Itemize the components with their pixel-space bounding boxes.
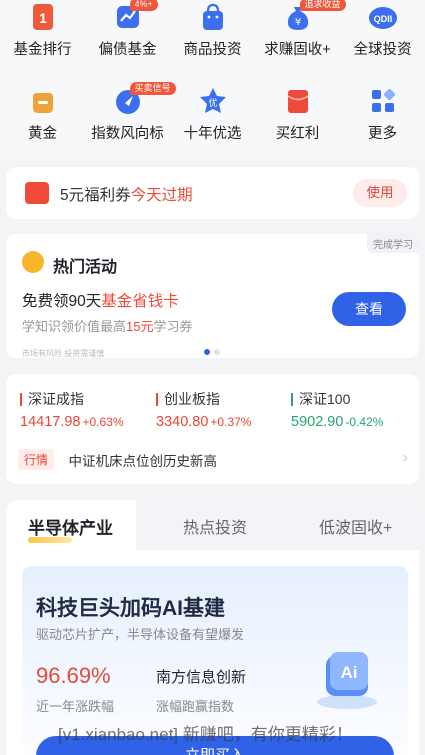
news-tag: 行情 xyxy=(18,449,55,470)
grid-label: 全球投资 xyxy=(353,42,412,58)
fund-name: 南方信息创新 xyxy=(156,669,247,686)
index-name: 深证成指 xyxy=(20,392,124,406)
return-rate: 96.69% xyxy=(36,663,111,688)
coupon-icon xyxy=(25,182,49,204)
promo-title: 科技巨头加码AI基建 xyxy=(36,597,225,620)
index-value: 3340.80 xyxy=(156,414,209,430)
subline-highlight: 15元 xyxy=(126,319,154,334)
index-change: +0.37% xyxy=(210,415,252,429)
grid-item-fund-ranking[interactable]: 1 基金排行 xyxy=(0,2,85,59)
grid-item-ten-year[interactable]: 优 十年优选 xyxy=(170,86,255,143)
chevron-right-icon: › xyxy=(402,449,408,466)
subline-suffix: 学习券 xyxy=(153,319,193,334)
money-bag-icon: ¥ 追求收益 xyxy=(282,0,346,32)
star-text: 优 xyxy=(208,97,217,109)
grid-item-dividend[interactable]: 买红利 xyxy=(255,86,340,143)
index-name: 创业板指 xyxy=(156,392,251,406)
qdii-icon: QDII xyxy=(367,2,399,32)
return-rate-label: 近一年涨跌幅 xyxy=(36,699,115,714)
grid-label: 十年优选 xyxy=(183,126,242,142)
grid-label: 商品投资 xyxy=(183,42,242,58)
svg-text:¥: ¥ xyxy=(294,17,300,28)
risk-disclaimer: 市场有风险 投资需谨慎 xyxy=(22,349,105,358)
ranking-icon: 1 xyxy=(27,2,59,32)
grid-label: 更多 xyxy=(368,126,397,142)
tab-low-volatility[interactable]: 低波固收+ xyxy=(319,514,392,538)
grid-label: 求赚固收+ xyxy=(264,42,331,58)
headline-highlight: 基金省钱卡 xyxy=(101,293,179,310)
grid-label: 基金排行 xyxy=(13,42,72,58)
sector-section: 半导体产业 热点投资 低波固收+ 科技巨头加码AI基建 驱动芯片扩产，半导体设备… xyxy=(6,500,419,755)
index-value: 5902.90 xyxy=(291,414,344,430)
grid-item-commodity[interactable]: 商品投资 xyxy=(170,2,255,59)
carousel-dots xyxy=(204,342,224,360)
grid-label: 指数风向标 xyxy=(91,126,164,142)
compass-icon: 买卖信号 xyxy=(112,82,176,116)
carousel-dot-active[interactable] xyxy=(204,349,210,355)
index-change: -0.42% xyxy=(345,415,384,429)
shopping-bag-icon xyxy=(197,2,229,32)
headline-prefix: 免费领90天 xyxy=(22,293,102,310)
coupon-amount: 5元福利券 xyxy=(60,187,131,204)
grid-item-fixed-income[interactable]: ¥ 追求收益 求赚固收+ xyxy=(255,0,346,59)
fund-label: 涨幅跑赢指数 xyxy=(156,699,235,714)
red-envelope-icon xyxy=(282,86,314,116)
grid-item-gold[interactable]: 黄金 xyxy=(0,86,85,143)
view-button[interactable]: 查看 xyxy=(332,292,406,326)
index-shenzhen-100[interactable]: 深证100 5902.90 -0.42% xyxy=(291,392,384,430)
activity-subline: 学知识领价值最高15元学习券 xyxy=(22,316,193,335)
watermark: [v1.xianbao.net] 新赚吧，有你更精彩！ xyxy=(58,725,353,744)
market-news-row[interactable]: 行情 中证机床点位创历史新高 › xyxy=(18,449,408,471)
tab-hot-investment[interactable]: 热点投资 xyxy=(183,514,247,538)
grid-item-bond-fund[interactable]: 4%+ 偏债基金 xyxy=(85,0,170,59)
gift-icon xyxy=(22,251,44,273)
coupon-banner[interactable]: 5元福利券今天过期 使用 xyxy=(6,167,419,219)
star-badge-icon: 优 xyxy=(197,86,229,116)
gold-bar-icon xyxy=(27,86,59,116)
coupon-expiry: 今天过期 xyxy=(130,187,193,204)
news-text: 中证机床点位创历史新高 xyxy=(68,453,217,469)
feature-grid: 1 基金排行 4%+ 偏债基金 商品投资 ¥ 追求收益 求赚固收+ QDII 全… xyxy=(0,0,425,160)
coupon-text: 5元福利券今天过期 xyxy=(60,183,193,205)
badge: 买卖信号 xyxy=(129,82,176,95)
ai-cube-icon: Ai xyxy=(312,648,382,710)
study-complete-tag: 完成学习 xyxy=(367,234,419,253)
svg-text:1: 1 xyxy=(39,10,47,26)
trend-chart-icon: 4%+ xyxy=(112,0,158,32)
tab-semiconductor[interactable]: 半导体产业 xyxy=(28,514,113,539)
grid-item-index-signal[interactable]: 买卖信号 指数风向标 xyxy=(85,82,176,143)
index-value: 14417.98 xyxy=(20,414,81,430)
badge: 4%+ xyxy=(129,0,158,11)
ai-text: Ai xyxy=(341,663,358,682)
index-name: 深证100 xyxy=(291,392,383,406)
grid-label: 偏债基金 xyxy=(98,42,157,58)
hot-activity-title: 热门活动 xyxy=(53,259,118,276)
badge: 追求收益 xyxy=(299,0,346,11)
grid-item-global[interactable]: QDII 全球投资 xyxy=(340,2,425,59)
grid-label: 黄金 xyxy=(28,126,57,142)
index-chinext[interactable]: 创业板指 3340.80 +0.37% xyxy=(156,392,252,430)
carousel-dot[interactable] xyxy=(214,349,220,355)
index-shenzhen-component[interactable]: 深证成指 14417.98 +0.63% xyxy=(20,392,124,430)
more-grid-icon xyxy=(367,86,399,116)
grid-item-more[interactable]: 更多 xyxy=(340,86,425,143)
subline-prefix: 学知识领价值最高 xyxy=(22,319,127,334)
index-change: +0.63% xyxy=(82,415,124,429)
use-coupon-button[interactable]: 使用 xyxy=(353,179,407,207)
market-indices-card: 深证成指 14417.98 +0.63% 创业板指 3340.80 +0.37% 深… xyxy=(6,374,419,484)
activity-headline: 免费领90天基金省钱卡 xyxy=(22,289,179,311)
grid-label: 买红利 xyxy=(275,126,320,142)
promo-subtitle: 驱动芯片扩产，半导体设备有望爆发 xyxy=(36,627,245,642)
qdii-text: QDII xyxy=(373,14,392,24)
sector-tabs: 半导体产业 热点投资 低波固收+ xyxy=(6,500,419,550)
hot-activity-card: 完成学习 热门活动 免费领90天基金省钱卡 学知识领价值最高15元学习券 查看 … xyxy=(6,234,419,358)
